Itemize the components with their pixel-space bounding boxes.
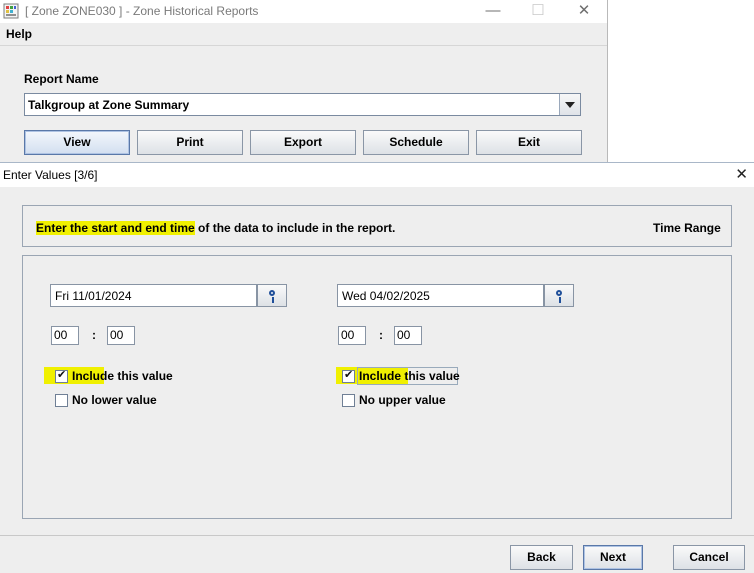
close-icon[interactable]: ✕ bbox=[569, 2, 599, 20]
cancel-button[interactable]: Cancel bbox=[673, 545, 745, 570]
enter-values-dialog: Enter Values [3/6] ✕ Enter the start and… bbox=[0, 162, 754, 573]
time-colon: : bbox=[379, 328, 383, 342]
pin-icon bbox=[556, 290, 562, 303]
end-date-picker-button[interactable] bbox=[544, 284, 574, 307]
end-include-checkbox[interactable] bbox=[342, 368, 355, 383]
report-name-select[interactable]: Talkgroup at Zone Summary bbox=[24, 93, 581, 116]
maximize-icon[interactable]: ☐ bbox=[523, 2, 553, 20]
start-date-value: Fri 11/01/2024 bbox=[55, 289, 132, 303]
instruction-rest: of the data to include in the report. bbox=[194, 221, 396, 235]
start-include-checkbox[interactable] bbox=[55, 368, 68, 383]
next-button[interactable]: Next bbox=[583, 545, 643, 570]
end-minute-field[interactable]: 00 bbox=[394, 326, 422, 345]
start-include-label-part1: Includ bbox=[72, 369, 108, 383]
print-button[interactable]: Print bbox=[137, 130, 243, 155]
menu-help[interactable]: Help bbox=[6, 27, 32, 41]
schedule-button[interactable]: Schedule bbox=[363, 130, 469, 155]
end-include-label-part2: is value bbox=[415, 369, 460, 383]
back-button[interactable]: Back bbox=[510, 545, 573, 570]
section-label: Time Range bbox=[653, 221, 721, 235]
start-date-field[interactable]: Fri 11/01/2024 bbox=[50, 284, 257, 307]
pin-icon bbox=[269, 290, 275, 303]
report-name-value: Talkgroup at Zone Summary bbox=[28, 98, 190, 112]
report-window-titlebar: [ Zone ZONE030 ] - Zone Historical Repor… bbox=[0, 0, 607, 23]
minimize-icon[interactable]: — bbox=[478, 2, 508, 20]
instruction-highlight: Enter the start and end time bbox=[36, 221, 195, 235]
dialog-titlebar: Enter Values [3/6] ✕ bbox=[0, 163, 754, 187]
no-upper-value-checkbox[interactable] bbox=[342, 394, 355, 407]
report-window: [ Zone ZONE030 ] - Zone Historical Repor… bbox=[0, 0, 608, 162]
app-icon bbox=[3, 3, 19, 19]
chevron-down-icon[interactable] bbox=[559, 94, 580, 115]
exit-button[interactable]: Exit bbox=[476, 130, 582, 155]
export-button[interactable]: Export bbox=[250, 130, 356, 155]
dialog-title: Enter Values [3/6] bbox=[3, 168, 98, 182]
no-upper-value-label: No upper value bbox=[359, 393, 446, 407]
end-date-value: Wed 04/02/2025 bbox=[342, 289, 430, 303]
end-include-label-part1: Include th bbox=[359, 369, 416, 383]
start-hour-field[interactable]: 00 bbox=[51, 326, 79, 345]
window-title: [ Zone ZONE030 ] - Zone Historical Repor… bbox=[25, 4, 259, 18]
menu-bar: Help bbox=[0, 23, 607, 46]
no-lower-value-label: No lower value bbox=[72, 393, 157, 407]
start-date-picker-button[interactable] bbox=[257, 284, 287, 307]
start-include-label-part2: e this value bbox=[107, 369, 173, 383]
start-include-label: Include this value bbox=[72, 369, 173, 383]
end-date-field[interactable]: Wed 04/02/2025 bbox=[337, 284, 544, 307]
footer-divider bbox=[0, 535, 754, 536]
report-name-label: Report Name bbox=[24, 72, 99, 86]
time-colon: : bbox=[92, 328, 96, 342]
no-lower-value-checkbox[interactable] bbox=[55, 394, 68, 407]
instruction-text: Enter the start and end time of the data… bbox=[36, 221, 395, 235]
close-icon[interactable]: ✕ bbox=[735, 165, 748, 183]
end-include-label: Include this value bbox=[359, 369, 460, 383]
view-button[interactable]: View bbox=[24, 130, 130, 155]
end-hour-field[interactable]: 00 bbox=[338, 326, 366, 345]
start-minute-field[interactable]: 00 bbox=[107, 326, 135, 345]
